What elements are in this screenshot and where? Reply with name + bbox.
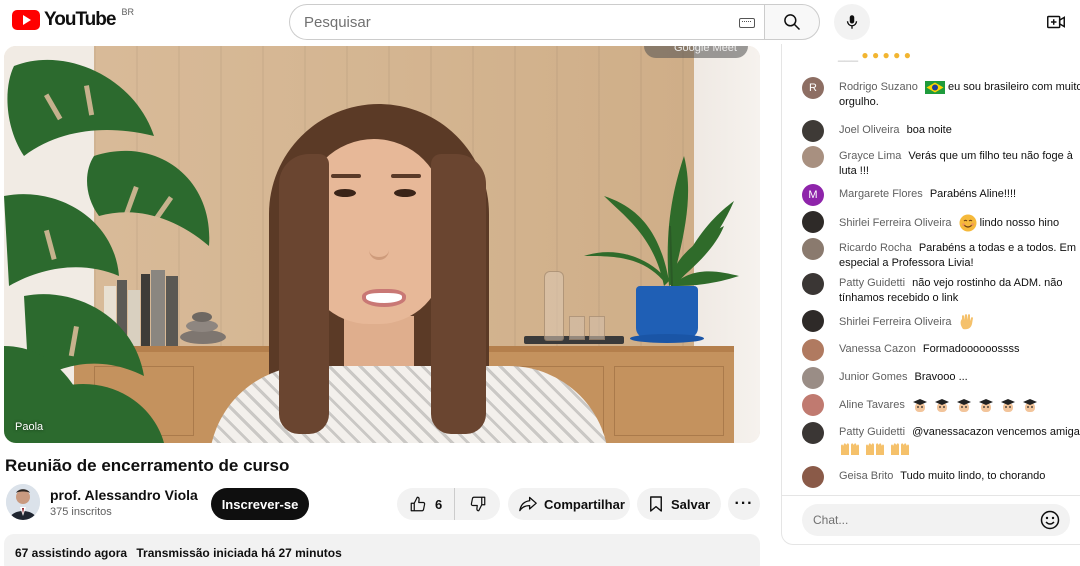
chat-avatar[interactable] bbox=[802, 367, 824, 389]
save-label: Salvar bbox=[671, 496, 711, 512]
chat-author[interactable]: Joel Oliveira bbox=[839, 124, 900, 136]
chat-avatar[interactable] bbox=[802, 422, 824, 444]
avatar-image bbox=[6, 484, 40, 520]
waving-hand-emoji-icon bbox=[960, 314, 973, 330]
country-code: BR bbox=[121, 7, 134, 17]
like-dislike-group: 6 bbox=[397, 488, 500, 520]
chat-author[interactable]: Vanessa Cazon bbox=[839, 343, 916, 355]
bookmark-icon bbox=[650, 496, 662, 512]
channel-name[interactable]: prof. Alessandro Viola bbox=[50, 487, 198, 503]
like-button[interactable]: 6 bbox=[397, 488, 455, 520]
create-button[interactable] bbox=[1044, 10, 1068, 34]
graduate-emoji-row bbox=[912, 399, 1038, 412]
video-presenter bbox=[209, 94, 629, 443]
chat-text: Parabéns Aline!!!! bbox=[929, 188, 1017, 200]
chat-avatar[interactable] bbox=[802, 120, 824, 142]
woman-graduate-emoji-icon bbox=[1001, 399, 1016, 412]
watching-count: 67 assistindo agora bbox=[15, 546, 128, 560]
partial-emoji-row: ___ ● ● ● ● ● bbox=[838, 48, 911, 62]
keyboard-icon[interactable] bbox=[739, 18, 755, 28]
raised-hands-emoji-icon bbox=[866, 443, 885, 456]
share-button[interactable]: Compartilhar bbox=[508, 488, 630, 520]
video-player[interactable]: Google Meet Paola bbox=[4, 46, 760, 443]
chat-author[interactable]: Grayce Lima bbox=[839, 150, 901, 162]
chat-author[interactable]: Geisa Brito bbox=[839, 470, 893, 482]
description-box[interactable]: 67 assistindo agora Transmissão iniciada… bbox=[4, 534, 760, 566]
search-icon bbox=[784, 14, 801, 31]
youtube-logo[interactable]: YouTube BR bbox=[12, 7, 134, 31]
chat-avatar[interactable] bbox=[802, 466, 824, 488]
woman-graduate-emoji-icon bbox=[912, 399, 927, 412]
microphone-icon bbox=[846, 15, 858, 29]
video-plant-left bbox=[4, 59, 210, 443]
share-label: Compartilhar bbox=[544, 496, 625, 512]
video-plant-pot bbox=[636, 286, 698, 338]
create-video-icon bbox=[1047, 15, 1065, 29]
chat-text: Tudo muito lindo, to chorando bbox=[900, 470, 1046, 482]
search-button[interactable] bbox=[764, 4, 820, 40]
chat-author[interactable]: Rodrigo Suzano bbox=[839, 81, 918, 93]
video-plant-saucer bbox=[630, 334, 704, 343]
chat-text: boa noite bbox=[906, 124, 952, 136]
more-icon: ··· bbox=[734, 495, 754, 512]
chat-text: lindo nosso hino bbox=[979, 216, 1060, 229]
more-actions-button[interactable]: ··· bbox=[728, 488, 760, 520]
chat-avatar[interactable] bbox=[802, 146, 824, 168]
raised-hands-emoji-icon bbox=[891, 443, 910, 456]
chat-avatar[interactable] bbox=[802, 339, 824, 361]
chat-author[interactable]: Junior Gomes bbox=[839, 371, 907, 383]
chat-input[interactable] bbox=[813, 513, 1033, 527]
stream-started: Transmissão iniciada há 27 minutos bbox=[136, 546, 342, 560]
woman-graduate-emoji-icon bbox=[1023, 399, 1038, 412]
raised-hands-emoji-row bbox=[839, 442, 1080, 457]
youtube-play-icon bbox=[12, 10, 40, 30]
chat-text: Formadoooooossss bbox=[922, 343, 1020, 355]
chat-author[interactable]: Shirlei Ferreira Oliveira bbox=[839, 316, 951, 328]
subscriber-count: 375 inscritos bbox=[50, 506, 112, 518]
live-chat: ___ ● ● ● ● ● R Rodrigo Suzano eu sou br… bbox=[781, 44, 1080, 545]
chat-avatar[interactable] bbox=[802, 238, 824, 260]
channel-avatar[interactable] bbox=[6, 484, 40, 520]
chat-avatar[interactable] bbox=[802, 273, 824, 295]
chat-avatar[interactable]: M bbox=[802, 184, 824, 206]
logo-text: YouTube bbox=[44, 9, 116, 30]
subscribe-button[interactable]: Inscrever-se bbox=[211, 488, 309, 520]
chat-avatar[interactable] bbox=[802, 394, 824, 416]
dislike-button[interactable] bbox=[455, 488, 500, 520]
voice-search-button[interactable] bbox=[834, 4, 870, 40]
thumbs-down-icon bbox=[470, 496, 485, 512]
chat-avatar[interactable] bbox=[802, 211, 824, 233]
chat-author[interactable]: Patty Guidetti bbox=[839, 426, 905, 438]
emoji-picker-icon[interactable] bbox=[1040, 510, 1060, 530]
chat-author[interactable]: Aline Tavares bbox=[839, 399, 905, 411]
like-count: 6 bbox=[435, 496, 443, 512]
woman-graduate-emoji-icon bbox=[957, 399, 972, 412]
share-icon bbox=[519, 496, 537, 512]
meet-badge-label: Google Meet bbox=[674, 46, 737, 54]
chat-text: @vanessacazon vencemos amiga bbox=[912, 426, 1080, 438]
chat-message-list[interactable]: ___ ● ● ● ● ● R Rodrigo Suzano eu sou br… bbox=[782, 44, 1080, 496]
chat-input-box bbox=[802, 504, 1070, 536]
chat-avatar[interactable]: R bbox=[802, 77, 824, 99]
search-input[interactable] bbox=[304, 13, 724, 31]
woman-graduate-emoji-icon bbox=[979, 399, 994, 412]
chat-avatar[interactable] bbox=[802, 310, 824, 332]
top-bar: YouTube BR bbox=[0, 0, 1080, 44]
save-button[interactable]: Salvar bbox=[637, 488, 721, 520]
chat-author[interactable]: Shirlei Ferreira Oliveira bbox=[839, 217, 951, 229]
google-meet-badge: Google Meet bbox=[644, 46, 748, 58]
participant-name-label: Paola bbox=[15, 421, 44, 433]
video-title: Reunião de encerramento de curso bbox=[5, 456, 290, 475]
smiling-face-emoji-icon bbox=[959, 214, 977, 232]
chat-author[interactable]: Patty Guidetti bbox=[839, 277, 905, 289]
search-box bbox=[289, 4, 765, 40]
thumbs-up-icon bbox=[410, 496, 426, 512]
woman-graduate-emoji-icon bbox=[934, 399, 949, 412]
chat-text: Bravooo ... bbox=[914, 371, 968, 383]
chat-author[interactable]: Margarete Flores bbox=[839, 188, 923, 200]
chat-author[interactable]: Ricardo Rocha bbox=[839, 242, 912, 254]
brazil-flag-icon bbox=[924, 80, 945, 94]
raised-hands-emoji-icon bbox=[841, 443, 859, 456]
